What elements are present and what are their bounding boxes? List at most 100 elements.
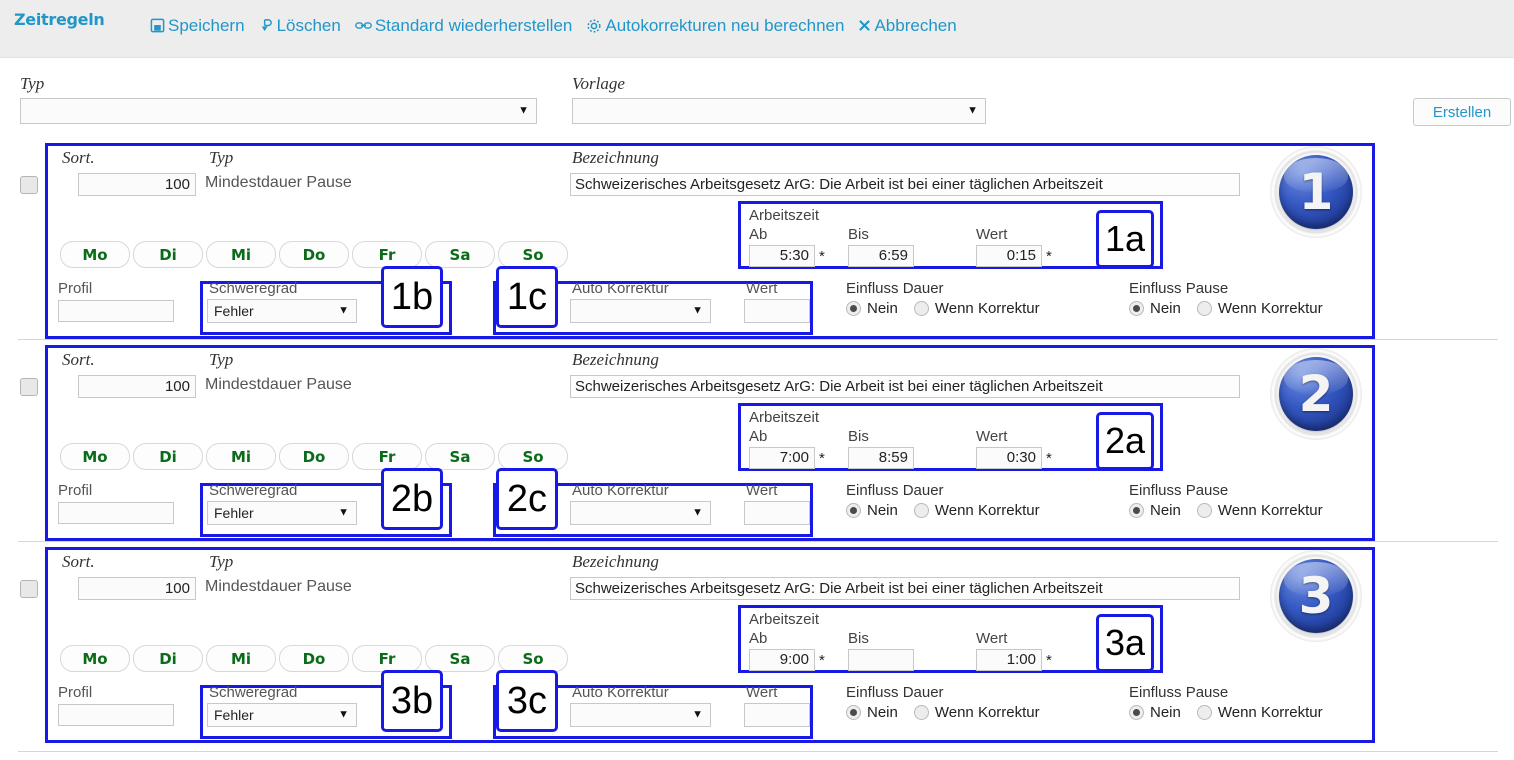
arbeitszeit-wert-field: Wert 1:00 * [976,630,1052,671]
rule-type-text: Mindestdauer Pause [205,578,352,595]
wert-input[interactable]: 1:00 [976,649,1042,671]
einfluss-dauer-radio-nein[interactable] [846,503,861,518]
link-restore-icon [355,18,372,33]
weekday-button-do[interactable]: Do [279,241,349,268]
schweregrad-select[interactable]: Fehler ▼ [207,299,357,323]
einfluss-pause-radio-nein[interactable] [1129,705,1144,720]
einfluss-pause-radio-wenn-korrektur[interactable] [1196,301,1212,316]
einfluss-dauer-radio-wenn-korrektur[interactable] [913,705,929,720]
sort-input[interactable]: 100 [78,577,196,600]
rule-number-badge-inner: 3 [1279,559,1353,633]
bis-input[interactable] [848,649,914,671]
weekday-button-sa[interactable]: Sa [425,645,495,672]
weekday-button-do[interactable]: Do [279,645,349,672]
ab-input[interactable]: 9:00 [749,649,815,671]
wert-label: Wert [976,630,1008,647]
einfluss-pause-label: Einfluss Pause [1129,684,1229,701]
weekday-button-fr[interactable]: Fr [352,645,422,672]
korrektur-wert-input[interactable] [744,703,810,727]
bis-input[interactable]: 6:59 [848,245,914,267]
weekday-button-so[interactable]: So [498,241,568,268]
wert-required-star: * [1046,651,1052,669]
korrektur-wert-label: Wert [746,280,778,297]
profil-input[interactable] [58,704,174,726]
column-header-bezeichnung: Bezeichnung [572,552,659,571]
korrektur-wert-input[interactable] [744,501,810,525]
auto-korrektur-select[interactable]: ▼ [570,299,711,323]
wert-input[interactable]: 0:30 [976,447,1042,469]
auto-korrektur-select[interactable]: ▼ [570,703,711,727]
rule-select-checkbox[interactable] [20,378,38,396]
recalculate-autocorrections-button[interactable]: Autokorrekturen neu berechnen [586,17,844,34]
weekday-button-di[interactable]: Di [133,241,203,268]
einfluss-dauer-radio-nein[interactable] [846,705,861,720]
weekday-button-fr[interactable]: Fr [352,443,422,470]
column-header-typ: Typ [209,552,234,571]
bis-input[interactable]: 8:59 [848,447,914,469]
rule-select-checkbox[interactable] [20,176,38,194]
einfluss-dauer-wenn-korrektur-label: Wenn Korrektur [934,704,1040,721]
einfluss-pause-radio-nein[interactable] [1129,503,1144,518]
wert-input[interactable]: 0:15 [976,245,1042,267]
profil-input[interactable] [58,300,174,322]
bezeichnung-input[interactable]: Schweizerisches Arbeitsgesetz ArG: Die A… [570,375,1240,398]
profil-input[interactable] [58,502,174,524]
weekday-button-mo[interactable]: Mo [60,645,130,672]
weekday-button-mi[interactable]: Mi [206,645,276,672]
column-header-sort: Sort. [62,552,95,571]
save-button[interactable]: Speichern [150,17,245,34]
weekday-button-mo[interactable]: Mo [60,241,130,268]
einfluss-dauer-label: Einfluss Dauer [846,280,944,297]
weekday-button-fr[interactable]: Fr [352,241,422,268]
ab-input[interactable]: 7:00 [749,447,815,469]
weekday-button-di[interactable]: Di [133,443,203,470]
einfluss-dauer-wenn-korrektur-label: Wenn Korrektur [934,300,1040,317]
einfluss-pause-radio-nein[interactable] [1129,301,1144,316]
einfluss-pause-group: Einfluss Pause Nein Wenn Korrektur [1129,280,1333,317]
ab-required-star: * [819,449,825,467]
rule-type-text: Mindestdauer Pause [205,174,352,191]
create-button[interactable]: Erstellen [1413,98,1511,126]
einfluss-pause-radio-wenn-korrektur[interactable] [1196,503,1212,518]
app-header: Zeitregeln Speichern Löschen Standard wi… [0,0,1514,58]
ab-input[interactable]: 5:30 [749,245,815,267]
korrektur-wert-input[interactable] [744,299,810,323]
weekday-button-mi[interactable]: Mi [206,241,276,268]
delete-button[interactable]: Löschen [259,17,341,34]
einfluss-dauer-radio-wenn-korrektur[interactable] [913,503,929,518]
rule-select-checkbox[interactable] [20,580,38,598]
restore-default-button[interactable]: Standard wiederherstellen [355,17,572,34]
sort-input[interactable]: 100 [78,173,196,196]
sort-input[interactable]: 100 [78,375,196,398]
column-header-typ: Typ [209,350,234,369]
rule-number: 1 [1298,163,1334,221]
bezeichnung-input[interactable]: Schweizerisches Arbeitsgesetz ArG: Die A… [570,173,1240,196]
einfluss-dauer-radio-nein[interactable] [846,301,861,316]
weekday-button-do[interactable]: Do [279,443,349,470]
weekday-button-mi[interactable]: Mi [206,443,276,470]
korrektur-wert-label: Wert [746,482,778,499]
wert-label: Wert [976,226,1008,243]
weekday-button-sa[interactable]: Sa [425,241,495,268]
weekday-button-so[interactable]: So [498,443,568,470]
arbeitszeit-ab-field: Ab 7:00 * [749,428,825,469]
auto-korrektur-select[interactable]: ▼ [570,501,711,525]
schweregrad-select[interactable]: Fehler ▼ [207,501,357,525]
arbeitszeit-bis-field: Bis 8:59 [848,428,914,469]
einfluss-pause-radio-wenn-korrektur[interactable] [1196,705,1212,720]
weekday-button-sa[interactable]: Sa [425,443,495,470]
rule-number-badge: 3 [1270,550,1362,642]
schweregrad-value: Fehler [214,505,254,521]
vorlage-select[interactable]: ▼ [572,98,986,124]
rule-number-badge: 2 [1270,348,1362,440]
weekday-button-so[interactable]: So [498,645,568,672]
bezeichnung-input[interactable]: Schweizerisches Arbeitsgesetz ArG: Die A… [570,577,1240,600]
cancel-button[interactable]: Abbrechen [858,17,957,34]
page-title: Zeitregeln [14,10,105,29]
weekday-button-mo[interactable]: Mo [60,443,130,470]
einfluss-dauer-radio-wenn-korrektur[interactable] [913,301,929,316]
weekday-button-di[interactable]: Di [133,645,203,672]
wert-label: Wert [976,428,1008,445]
schweregrad-select[interactable]: Fehler ▼ [207,703,357,727]
typ-select[interactable]: ▼ [20,98,537,124]
